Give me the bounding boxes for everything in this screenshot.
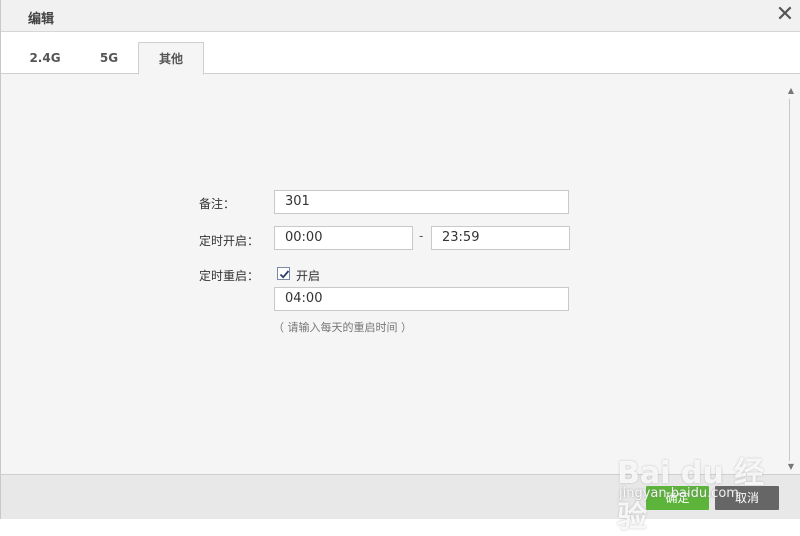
reboot-enable-checkbox[interactable]: [277, 267, 290, 280]
tab-bar: 2.4G 5G 其他: [1, 32, 800, 75]
dialog-title: 编辑: [28, 12, 55, 27]
tab-other[interactable]: 其他: [138, 42, 204, 75]
scroll-track[interactable]: [789, 99, 790, 461]
tab-content: 备注： 301 定时开启： 00:00 - 23:59 定时重启： 开启 04:…: [1, 75, 785, 474]
tab-2-4g[interactable]: 2.4G: [13, 42, 77, 74]
reboot-time-input[interactable]: 04:00: [274, 287, 569, 311]
reboot-enable-label: 开启: [296, 269, 321, 283]
checkmark-icon: [279, 270, 290, 279]
cancel-button[interactable]: 取消: [715, 486, 779, 510]
schedule-end-input[interactable]: 23:59: [431, 226, 570, 250]
tab-5g[interactable]: 5G: [77, 42, 141, 74]
title-bar: 编辑 ✕: [1, 0, 800, 32]
content-scrollbar[interactable]: ▲ ▼: [785, 83, 797, 474]
time-range-separator: -: [419, 229, 424, 243]
reboot-time-hint: （ 请输入每天的重启时间 ）: [273, 321, 412, 334]
schedule-start-input[interactable]: 00:00: [274, 226, 413, 250]
scroll-down-icon[interactable]: ▼: [786, 462, 796, 472]
remark-input[interactable]: 301: [274, 190, 569, 214]
scroll-up-icon[interactable]: ▲: [786, 86, 796, 96]
schedule-label: 定时开启：: [198, 234, 259, 248]
reboot-label: 定时重启：: [198, 269, 259, 283]
close-icon[interactable]: ✕: [773, 3, 797, 27]
dialog-footer: 确定 取消: [1, 474, 800, 519]
ok-button[interactable]: 确定: [646, 486, 709, 510]
remark-label: 备注：: [198, 197, 235, 211]
edit-dialog: 编辑 ✕ 2.4G 5G 其他 备注： 301 定时开启： 00:00 - 23…: [0, 0, 800, 535]
